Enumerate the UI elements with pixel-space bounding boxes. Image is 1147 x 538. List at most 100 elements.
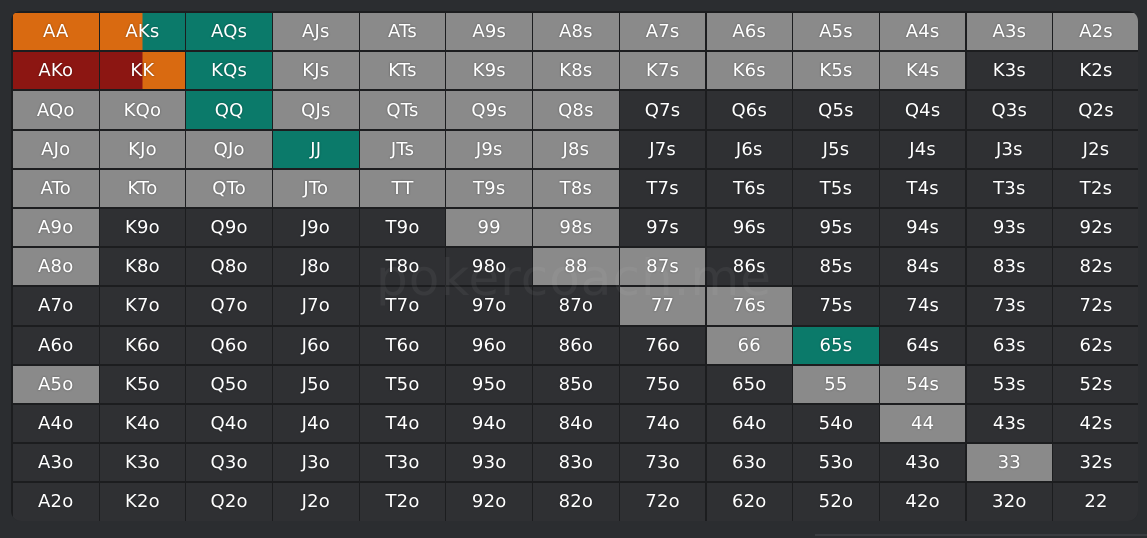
hand-cell-T6s[interactable]: T6s	[706, 169, 792, 208]
hand-cell-54s[interactable]: 54s	[879, 365, 966, 403]
hand-cell-93s[interactable]: 93s	[966, 208, 1053, 247]
hand-cell-87o[interactable]: 87o	[533, 287, 619, 325]
hand-cell-K7s[interactable]: K7s	[619, 52, 706, 90]
hand-cell-J4s[interactable]: J4s	[879, 130, 966, 168]
hand-cell-A3s[interactable]: A3s	[966, 13, 1053, 51]
hand-cell-Q7s[interactable]: Q7s	[619, 91, 706, 129]
hand-cell-ATo[interactable]: ATo	[13, 169, 99, 208]
hand-cell-73o[interactable]: 73o	[619, 444, 706, 482]
hand-cell-T3o[interactable]: T3o	[359, 444, 446, 482]
hand-cell-83s[interactable]: 83s	[966, 248, 1053, 286]
hand-cell-88[interactable]: 88	[533, 248, 619, 286]
hand-cell-87s[interactable]: 87s	[619, 248, 706, 286]
hand-cell-84o[interactable]: 84o	[533, 404, 619, 443]
hand-cell-T4s[interactable]: T4s	[879, 169, 966, 208]
hand-cell-Q6s[interactable]: Q6s	[706, 91, 792, 129]
hand-cell-T8s[interactable]: T8s	[533, 169, 619, 208]
hand-cell-T5s[interactable]: T5s	[793, 169, 879, 208]
hand-cell-96o[interactable]: 96o	[446, 326, 532, 364]
hand-cell-T2s[interactable]: T2s	[1053, 169, 1138, 208]
hand-cell-K3s[interactable]: K3s	[966, 52, 1053, 90]
hand-cell-Q3s[interactable]: Q3s	[966, 91, 1053, 129]
hand-cell-KQs[interactable]: KQs	[186, 52, 272, 90]
hand-cell-97s[interactable]: 97s	[619, 208, 706, 247]
hand-cell-AKo[interactable]: AKo	[13, 52, 99, 90]
hand-cell-KTo[interactable]: KTo	[99, 169, 186, 208]
hand-cell-66[interactable]: 66	[706, 326, 792, 364]
hand-cell-J9s[interactable]: J9s	[446, 130, 532, 168]
hand-cell-33[interactable]: 33	[966, 444, 1053, 482]
hand-cell-K5s[interactable]: K5s	[793, 52, 879, 90]
hand-cell-K4o[interactable]: K4o	[99, 404, 186, 443]
hand-cell-KQo[interactable]: KQo	[99, 91, 186, 129]
hand-cell-22[interactable]: 22	[1053, 483, 1138, 521]
hand-cell-J4o[interactable]: J4o	[273, 404, 359, 443]
hand-cell-98s[interactable]: 98s	[533, 208, 619, 247]
hand-cell-K2o[interactable]: K2o	[99, 483, 186, 521]
hand-cell-KK[interactable]: KK	[99, 52, 186, 90]
hand-cell-A3o[interactable]: A3o	[13, 444, 99, 482]
hand-cell-A9o[interactable]: A9o	[13, 208, 99, 247]
hand-cell-73s[interactable]: 73s	[966, 287, 1053, 325]
hand-cell-92o[interactable]: 92o	[446, 483, 532, 521]
hand-cell-A5o[interactable]: A5o	[13, 365, 99, 403]
hand-cell-76s[interactable]: 76s	[706, 287, 792, 325]
hand-cell-T9o[interactable]: T9o	[359, 208, 446, 247]
hand-cell-J8s[interactable]: J8s	[533, 130, 619, 168]
hand-cell-85o[interactable]: 85o	[533, 365, 619, 403]
hand-cell-T5o[interactable]: T5o	[359, 365, 446, 403]
hand-cell-JTs[interactable]: JTs	[359, 130, 446, 168]
hand-cell-QJs[interactable]: QJs	[273, 91, 359, 129]
hand-cell-A4s[interactable]: A4s	[879, 13, 966, 51]
hand-cell-95s[interactable]: 95s	[793, 208, 879, 247]
hand-cell-64s[interactable]: 64s	[879, 326, 966, 364]
hand-cell-Q6o[interactable]: Q6o	[186, 326, 272, 364]
hand-cell-32o[interactable]: 32o	[966, 483, 1053, 521]
hand-cell-K9o[interactable]: K9o	[99, 208, 186, 247]
hand-cell-75s[interactable]: 75s	[793, 287, 879, 325]
hand-cell-T3s[interactable]: T3s	[966, 169, 1053, 208]
hand-cell-A5s[interactable]: A5s	[793, 13, 879, 51]
hand-cell-K2s[interactable]: K2s	[1053, 52, 1138, 90]
hand-cell-QTo[interactable]: QTo	[186, 169, 272, 208]
hand-cell-63s[interactable]: 63s	[966, 326, 1053, 364]
hand-cell-T9s[interactable]: T9s	[446, 169, 532, 208]
hand-cell-86o[interactable]: 86o	[533, 326, 619, 364]
hand-cell-77[interactable]: 77	[619, 287, 706, 325]
hand-cell-76o[interactable]: 76o	[619, 326, 706, 364]
hand-cell-AJs[interactable]: AJs	[273, 13, 359, 51]
hand-cell-93o[interactable]: 93o	[446, 444, 532, 482]
hand-cell-44[interactable]: 44	[879, 404, 966, 443]
hand-cell-A6s[interactable]: A6s	[706, 13, 792, 51]
hand-cell-JJ[interactable]: JJ	[273, 130, 359, 168]
hand-cell-72o[interactable]: 72o	[619, 483, 706, 521]
hand-cell-JTo[interactable]: JTo	[273, 169, 359, 208]
hand-cell-74s[interactable]: 74s	[879, 287, 966, 325]
hand-cell-Q5o[interactable]: Q5o	[186, 365, 272, 403]
hand-cell-85s[interactable]: 85s	[793, 248, 879, 286]
hand-cell-QJo[interactable]: QJo	[186, 130, 272, 168]
hand-cell-62o[interactable]: 62o	[706, 483, 792, 521]
hand-cell-32s[interactable]: 32s	[1053, 444, 1138, 482]
hand-cell-J7o[interactable]: J7o	[273, 287, 359, 325]
hand-cell-92s[interactable]: 92s	[1053, 208, 1138, 247]
hand-cell-Q9o[interactable]: Q9o	[186, 208, 272, 247]
hand-cell-A8o[interactable]: A8o	[13, 248, 99, 286]
hand-cell-86s[interactable]: 86s	[706, 248, 792, 286]
hand-cell-AKs[interactable]: AKs	[99, 13, 186, 51]
hand-cell-J6s[interactable]: J6s	[706, 130, 792, 168]
hand-cell-TT[interactable]: TT	[359, 169, 446, 208]
hand-cell-AA[interactable]: AA	[13, 13, 99, 51]
hand-cell-A7s[interactable]: A7s	[619, 13, 706, 51]
hand-cell-99[interactable]: 99	[446, 208, 532, 247]
hand-cell-AQs[interactable]: AQs	[186, 13, 272, 51]
hand-cell-QTs[interactable]: QTs	[359, 91, 446, 129]
hand-cell-Q2s[interactable]: Q2s	[1053, 91, 1138, 129]
hand-cell-J3o[interactable]: J3o	[273, 444, 359, 482]
hand-cell-83o[interactable]: 83o	[533, 444, 619, 482]
hand-cell-T7o[interactable]: T7o	[359, 287, 446, 325]
hand-cell-98o[interactable]: 98o	[446, 248, 532, 286]
hand-cell-54o[interactable]: 54o	[793, 404, 879, 443]
hand-cell-82s[interactable]: 82s	[1053, 248, 1138, 286]
hand-cell-62s[interactable]: 62s	[1053, 326, 1138, 364]
